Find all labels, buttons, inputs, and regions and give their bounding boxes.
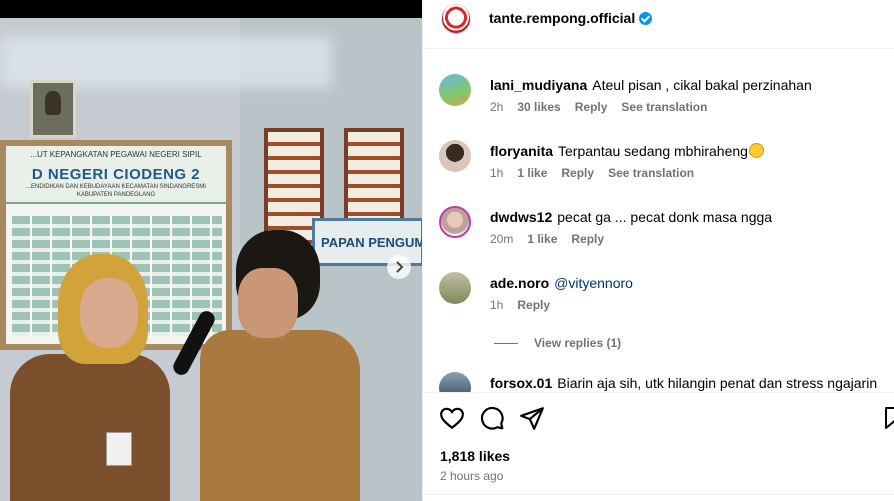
avatar[interactable] [439,272,471,304]
person-man [200,230,360,501]
comment-text: Biarin aja sih, utk hilangin penat dan s… [557,375,878,391]
board-line: KABUPATEN PANDEGLANG [76,192,156,198]
comment-text: Ateul pisan , cikal bakal perzinahan [592,77,812,93]
comment-input-area[interactable] [423,494,894,501]
reply-button[interactable]: Reply [561,166,594,180]
post-actions: 1,818 likes 2 hours ago [423,392,894,501]
post-media[interactable]: ...UT KEPANGKATAN PEGAWAI NEGERI SIPIL D… [0,0,422,501]
id-badge [106,432,132,466]
comment-icon [480,406,504,430]
comment-age: 20m [490,232,514,246]
comment-username[interactable]: floryanita [490,143,553,159]
chevron-right-icon [396,261,404,273]
comment-likes[interactable]: 1 like [517,166,547,180]
verified-icon [639,12,653,25]
avatar[interactable] [439,206,471,238]
comment-likes[interactable]: 30 likes [517,100,560,114]
post-timestamp[interactable]: 2 hours ago [440,469,503,483]
post-side-panel: tante.rempong.official · · lani_mudiyana… [422,0,894,501]
board-line: ...ENDIDIKAN DAN KEBUDAYAAN KECAMATAN SI… [26,184,206,190]
avatar[interactable] [441,4,471,34]
save-button[interactable] [885,405,894,431]
comment-likes[interactable]: 1 like [527,232,557,246]
board-line: ...UT KEPANGKATAN PEGAWAI NEGERI SIPIL [30,150,202,159]
view-replies-button[interactable]: View replies (1) [494,336,621,350]
comment-text: Terpantau sedang mbhiraheng [558,143,748,159]
person-woman [10,254,170,501]
next-slide-button[interactable] [387,255,411,279]
video-frame: ...UT KEPANGKATAN PEGAWAI NEGERI SIPIL D… [0,18,422,501]
post-author[interactable]: tante.rempong.official [489,10,653,26]
comments-list[interactable]: · · lani_mudiyana Ateul pisan , cikal bak… [423,49,894,392]
comment-age: 1h [490,298,504,312]
media-top-bar [0,0,422,18]
reply-button[interactable]: Reply [517,298,550,312]
smile-emoji-icon [748,143,764,158]
scroll-peek: · · [595,49,604,54]
board-title: D NEGERI CIODENG 2 [31,166,201,183]
comment-username[interactable]: lani_mudiyana [490,77,587,93]
reply-button[interactable]: Reply [571,232,604,246]
avatar[interactable] [439,372,471,392]
comment-username[interactable]: forsox.01 [490,375,552,391]
comment-username[interactable]: dwdws12 [490,209,552,225]
avatar[interactable] [439,74,471,106]
comment-age: 1h [490,166,504,180]
like-button[interactable] [439,405,465,431]
bookmark-icon [885,407,894,429]
share-button[interactable] [519,405,545,431]
comment-username[interactable]: ade.noro [490,275,549,291]
like-count[interactable]: 1,818 likes [440,448,510,464]
post-header: tante.rempong.official [423,0,894,44]
wall-portrait [30,80,76,138]
comment-button[interactable] [479,405,505,431]
heart-icon [440,407,464,430]
comment-mention[interactable]: @vityennoro [554,275,633,291]
avatar[interactable] [439,140,471,172]
comment-age: 2h [490,100,504,114]
comment-text: pecat ga ... pecat donk masa ngga [557,209,773,225]
share-icon [520,407,544,430]
see-translation-button[interactable]: See translation [621,100,707,114]
reply-button[interactable]: Reply [575,100,608,114]
see-translation-button[interactable]: See translation [608,166,694,180]
